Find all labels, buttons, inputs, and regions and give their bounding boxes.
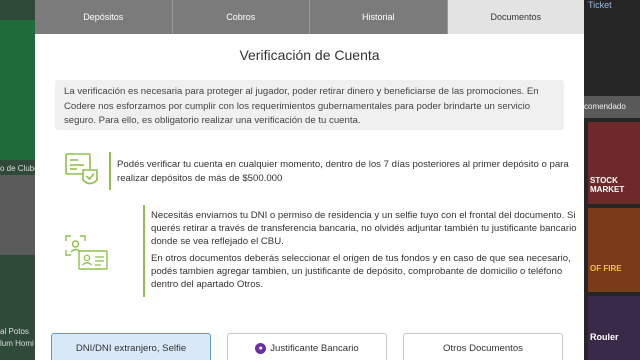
other-documents-button[interactable]: Otros Documentos — [403, 333, 563, 360]
game-tile-roulette[interactable]: Rouler — [588, 296, 640, 360]
tab-depositos[interactable]: Depósitos — [35, 0, 173, 34]
bank-badge-icon: ● — [255, 342, 267, 354]
button-label: DNI/DNI extranjero, Selfie — [75, 342, 187, 354]
game-tile-label: Rouler — [590, 332, 619, 342]
page-title: Verificación de Cuenta — [239, 47, 380, 63]
documents-required-text: Necesitás enviarnos tu DNI o permiso de … — [151, 209, 583, 295]
tab-historial[interactable]: Historial — [310, 0, 448, 34]
accent-divider — [143, 205, 145, 297]
id-card-face-scan-icon — [63, 233, 111, 273]
dni-selfie-button[interactable]: DNI/DNI extranjero, Selfie — [51, 333, 211, 360]
tab-documentos[interactable]: Documentos — [447, 0, 584, 34]
game-tile-stock-market[interactable]: STOCK MARKET — [588, 122, 640, 204]
bank-proof-button[interactable]: ● Justificante Bancario — [227, 333, 387, 360]
button-label: Justificante Bancario — [270, 342, 359, 354]
button-label: Otros Documentos — [443, 342, 523, 354]
verification-modal: Depósitos Cobros Historial Documentos Ve… — [35, 0, 584, 360]
verification-timing-text: Podés verificar tu cuenta en cualquier m… — [117, 159, 569, 184]
game-tile-label: STOCK MARKET — [590, 176, 625, 194]
documents-required-paragraph: Necesitás enviarnos tu DNI o permiso de … — [151, 210, 577, 247]
other-documents-paragraph: En otros documentos deberás seleccionar … — [151, 253, 571, 290]
tab-cobros[interactable]: Cobros — [172, 0, 310, 34]
document-type-buttons: DNI/DNI extranjero, Selfie ● Justificant… — [51, 333, 567, 360]
background-right-column: Ticket comendado STOCK MARKET OF FIRE Ro… — [584, 0, 640, 360]
game-tile-label: OF FIRE — [590, 264, 622, 273]
recommended-label: comendado — [584, 96, 640, 118]
game-tile-of-fire[interactable]: OF FIRE — [588, 208, 640, 292]
verification-timing-block: Podés verificar tu cuenta en cualquier m… — [63, 150, 573, 190]
accent-divider — [109, 152, 111, 190]
ticket-label[interactable]: Ticket — [588, 0, 612, 10]
background-left-panel — [0, 175, 36, 255]
background-left-column: o de Clubes al Potos lum Homi — [0, 0, 43, 360]
verified-document-icon — [63, 150, 101, 188]
info-box: La verificación es necesaria para proteg… — [55, 80, 564, 130]
tab-bar: Depósitos Cobros Historial Documentos — [35, 0, 584, 34]
background-banner — [0, 20, 36, 160]
documents-required-block: Necesitás enviarnos tu DNI o permiso de … — [63, 205, 577, 297]
